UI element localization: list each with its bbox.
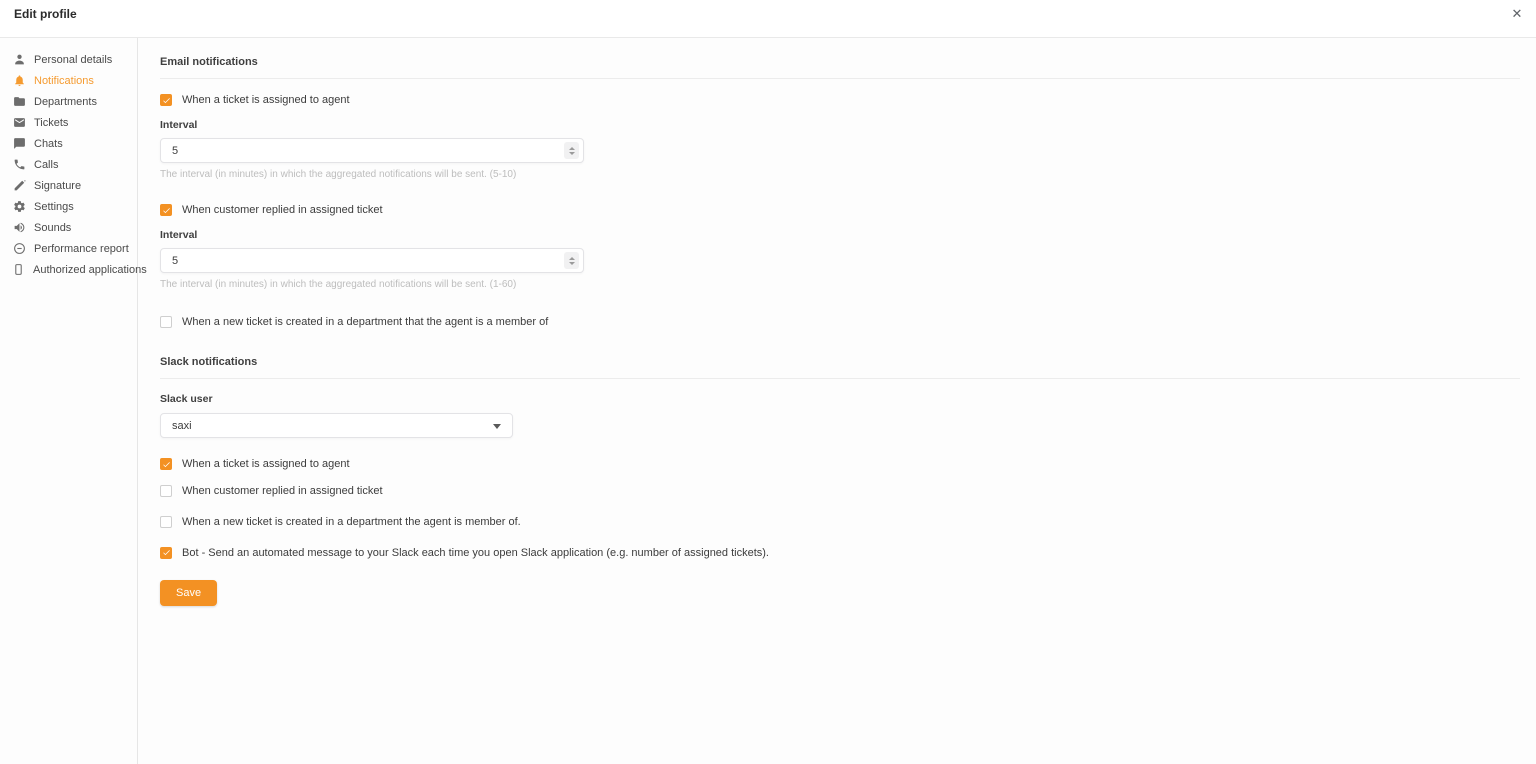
checkbox-icon [160, 94, 172, 106]
sidebar-item-label: Tickets [34, 117, 68, 129]
sidebar-item-label: Signature [34, 180, 81, 192]
sidebar-item-label: Calls [34, 159, 58, 171]
caret-down-icon [493, 424, 501, 429]
sidebar-item-personal-details[interactable]: Personal details [0, 49, 137, 70]
checkbox-customer-replied-email[interactable]: When customer replied in assigned ticket [160, 204, 1520, 216]
sidebar-item-notifications[interactable]: Notifications [0, 70, 137, 91]
close-icon[interactable]: ✕ [1508, 5, 1526, 23]
checkbox-icon [160, 485, 172, 497]
checkbox-new-ticket-email[interactable]: When a new ticket is created in a depart… [160, 316, 1520, 328]
sidebar-item-chats[interactable]: Chats [0, 133, 137, 154]
sidebar-item-label: Personal details [34, 54, 112, 66]
slack-notifications-heading: Slack notifications [160, 356, 1520, 368]
sidebar-item-label: Performance report [34, 243, 129, 255]
email-notifications-heading: Email notifications [160, 56, 1520, 68]
slack-user-value: saxi [172, 420, 192, 432]
checkbox-icon [160, 316, 172, 328]
sidebar-item-departments[interactable]: Departments [0, 91, 137, 112]
section-divider [160, 378, 1520, 379]
phone-icon [12, 158, 26, 172]
folder-icon [12, 95, 26, 109]
pen-icon [12, 179, 26, 193]
main-layout: Personal details Notifications Departmen… [0, 38, 1536, 764]
checkbox-new-ticket-slack[interactable]: When a new ticket is created in a depart… [160, 511, 1520, 532]
sidebar-item-label: Authorized applications [33, 264, 147, 276]
checkbox-icon [160, 458, 172, 470]
sidebar-item-sounds[interactable]: Sounds [0, 217, 137, 238]
sidebar-item-label: Sounds [34, 222, 71, 234]
section-divider [160, 78, 1520, 79]
bell-icon [12, 74, 26, 88]
sidebar-item-label: Notifications [34, 75, 94, 87]
sidebar-item-label: Departments [34, 96, 97, 108]
interval-helper-text: The interval (in minutes) in which the a… [160, 279, 1520, 290]
checkbox-icon [160, 204, 172, 216]
interval-helper-text: The interval (in minutes) in which the a… [160, 169, 1520, 180]
interval-label: Interval [160, 229, 1520, 241]
gear-icon [12, 200, 26, 214]
stepper-icon[interactable] [564, 252, 579, 269]
device-icon [12, 263, 25, 277]
checkbox-customer-replied-slack[interactable]: When customer replied in assigned ticket [160, 480, 1520, 501]
settings-sidebar: Personal details Notifications Departmen… [0, 38, 138, 764]
envelope-icon [12, 116, 26, 130]
checkbox-label: Bot - Send an automated message to your … [182, 547, 769, 559]
interval-input-customer-replied[interactable] [160, 248, 584, 273]
sidebar-item-label: Chats [34, 138, 63, 150]
checkbox-ticket-assigned-slack[interactable]: When a ticket is assigned to agent [160, 458, 1520, 470]
checkbox-label: When customer replied in assigned ticket [182, 204, 383, 216]
save-button[interactable]: Save [160, 580, 217, 606]
checkbox-slack-bot[interactable]: Bot - Send an automated message to your … [160, 542, 1520, 563]
report-icon [12, 242, 26, 256]
sidebar-item-calls[interactable]: Calls [0, 154, 137, 175]
sidebar-item-settings[interactable]: Settings [0, 196, 137, 217]
person-icon [12, 53, 26, 67]
slack-user-label: Slack user [160, 393, 1520, 405]
sidebar-item-authorized-applications[interactable]: Authorized applications [0, 259, 137, 280]
checkbox-label: When a new ticket is created in a depart… [182, 516, 521, 528]
interval-field-wrap [160, 138, 584, 163]
chat-icon [12, 137, 26, 151]
page-title: Edit profile [14, 7, 77, 21]
checkbox-label: When a ticket is assigned to agent [182, 458, 350, 470]
notifications-panel: Email notifications When a ticket is ass… [138, 38, 1536, 764]
sidebar-item-performance-report[interactable]: Performance report [0, 238, 137, 259]
checkbox-icon [160, 516, 172, 528]
checkbox-label: When a new ticket is created in a depart… [182, 316, 548, 328]
slack-user-select[interactable]: saxi [160, 413, 513, 438]
sidebar-item-label: Settings [34, 201, 74, 213]
interval-field-wrap [160, 248, 584, 273]
interval-label: Interval [160, 119, 1520, 131]
interval-input-assigned[interactable] [160, 138, 584, 163]
window-titlebar: Edit profile ✕ [0, 0, 1536, 38]
checkbox-label: When customer replied in assigned ticket [182, 485, 383, 497]
sidebar-item-tickets[interactable]: Tickets [0, 112, 137, 133]
checkbox-ticket-assigned-email[interactable]: When a ticket is assigned to agent [160, 94, 1520, 106]
checkbox-icon [160, 547, 172, 559]
sidebar-item-signature[interactable]: Signature [0, 175, 137, 196]
speaker-icon [12, 221, 26, 235]
stepper-icon[interactable] [564, 142, 579, 159]
checkbox-label: When a ticket is assigned to agent [182, 94, 350, 106]
